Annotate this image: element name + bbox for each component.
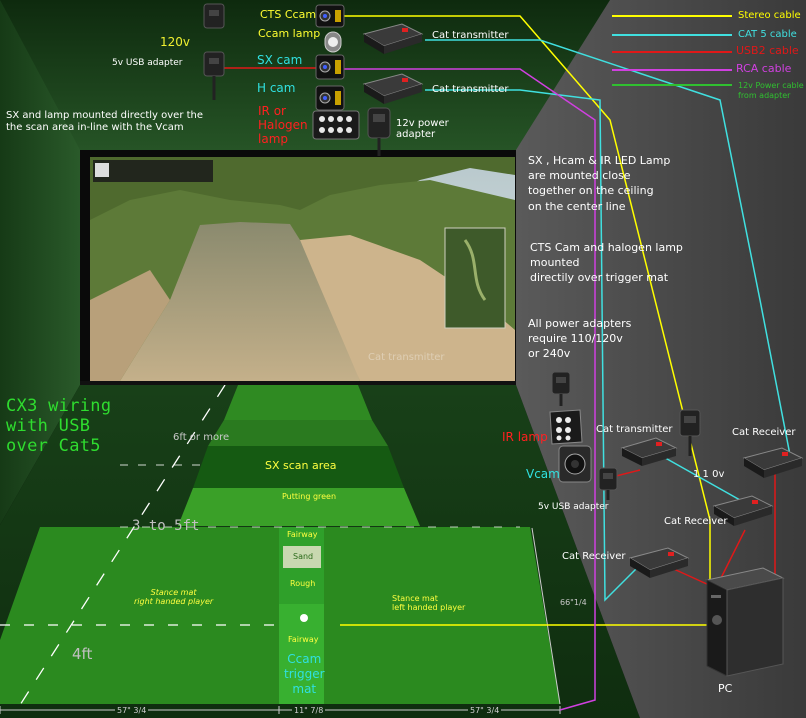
legend-label-cat5: CAT 5 cable [738, 29, 797, 40]
h-cam-label: H cam [257, 81, 296, 95]
legend: Stereo cable CAT 5 cable USB2 cable RCA … [612, 10, 806, 110]
legend-line-power [612, 84, 732, 86]
ir-lamp-label: IR lamp [502, 430, 548, 444]
ccam-trigger-mat-label: Ccam trigger mat [284, 652, 325, 696]
cat-transmitter-1-icon [362, 22, 424, 56]
ccam-lamp-icon [322, 28, 344, 56]
usb-adapter-vcam-label: 5v USB adapter [538, 502, 609, 512]
dim-center-label: 11" 7/8 [292, 706, 326, 716]
legend-line-stereo [612, 15, 732, 17]
h-cam-icon [315, 85, 345, 111]
cat-transmitter-2-label: Cat transmitter [432, 84, 509, 95]
stance-mat-right-label: Stance mat right handed player [134, 588, 214, 607]
dim-66-label: 66"1/4 [560, 598, 587, 607]
legend-label-power: 12v Power cable from adapter [738, 81, 804, 100]
legend-line-rca [612, 69, 732, 71]
usb-adapter-top-icon [202, 2, 226, 32]
cat-receiver-1-label: Cat Receiver [732, 427, 796, 438]
voltage-120v-label: 120v [160, 35, 191, 49]
note-sx-lamp-mount: SX and lamp mounted directly over the th… [6, 110, 204, 133]
cat-receiver-3-icon [628, 546, 690, 580]
usb-adapter-right-top-icon [550, 370, 572, 408]
cat-transmitter-2-icon [362, 72, 424, 106]
stance-mat-left-label: Stance mat left handed player [392, 594, 466, 613]
golf-ball-icon [300, 614, 308, 622]
legend-label-usb2: USB2 cable [736, 44, 799, 57]
sx-cam-label: SX cam [257, 53, 303, 67]
dim-right-label: 57" 3/4 [468, 706, 502, 716]
cat-transmitter-right-label: Cat transmitter [596, 424, 673, 435]
wiring-diagram: Stereo cable CAT 5 cable USB2 cable RCA … [0, 0, 806, 718]
voltage-110v-label: 1 1 0v [693, 469, 725, 480]
diagram-title: CX3 wiring with USB over Cat5 [6, 396, 112, 456]
legend-line-usb2 [612, 51, 732, 53]
ir-halogen-label: IR or Halogen lamp [258, 104, 308, 147]
usb-adapter-2-icon [202, 50, 226, 102]
cat-receiver-2-label: Cat Receiver [664, 516, 728, 527]
scan-area-label: SX scan area [265, 459, 337, 472]
note-sx-hcam-ir: SX , Hcam & IR LED Lamp are mounted clos… [528, 154, 671, 213]
vcam-label: Vcam [526, 467, 560, 481]
legend-label-stereo: Stereo cable [738, 10, 801, 21]
four-ft-label: 4ft [72, 645, 93, 663]
usb-adapter-5v-label: 5v USB adapter [112, 58, 183, 68]
fairway-bottom-label: Fairway [288, 635, 319, 644]
power-adapter-right-icon [678, 408, 704, 458]
power-adapter-12v-icon [366, 106, 394, 158]
sx-cam-icon [315, 54, 345, 80]
legend-line-cat5 [612, 34, 732, 36]
note-power-adapters: All power adapters require 110/120v or 2… [528, 317, 632, 361]
ir-halogen-lamp-icon [312, 110, 360, 140]
rough-label: Rough [290, 579, 316, 588]
cat-transmitter-1-label: Cat transmitter [432, 30, 509, 41]
note-cts-halogen: CTS Cam and halogen lamp mounted directi… [530, 241, 683, 285]
sand-label: Sand [293, 552, 314, 561]
pc-label: PC [718, 682, 733, 695]
vcam-icon [557, 444, 593, 484]
ccam-lamp-label: Ccam lamp [258, 27, 321, 40]
cts-ccam-icon [315, 4, 345, 28]
three-to-five-ft-label: 3 to 5ft [132, 518, 200, 534]
power-adapter-12v-label: 12v power adapter [396, 118, 449, 140]
putting-green-label: Putting green [282, 492, 337, 501]
cat-receiver-1-icon [742, 446, 804, 480]
screen-watermark: Cat transmitter [368, 352, 445, 363]
cat-receiver-3-label: Cat Receiver [562, 551, 626, 562]
six-ft-label: 6ft or more [173, 432, 230, 443]
ir-lamp-icon [546, 408, 586, 448]
legend-label-rca: RCA cable [736, 62, 792, 75]
dim-left-label: 57" 3/4 [115, 706, 149, 716]
cts-ccam-label: CTS Ccam [260, 8, 317, 21]
fairway-top-label: Fairway [287, 530, 318, 539]
cat-transmitter-right-icon [620, 436, 678, 468]
pc-tower-icon [705, 560, 785, 678]
usb-adapter-vcam-icon [597, 466, 619, 502]
